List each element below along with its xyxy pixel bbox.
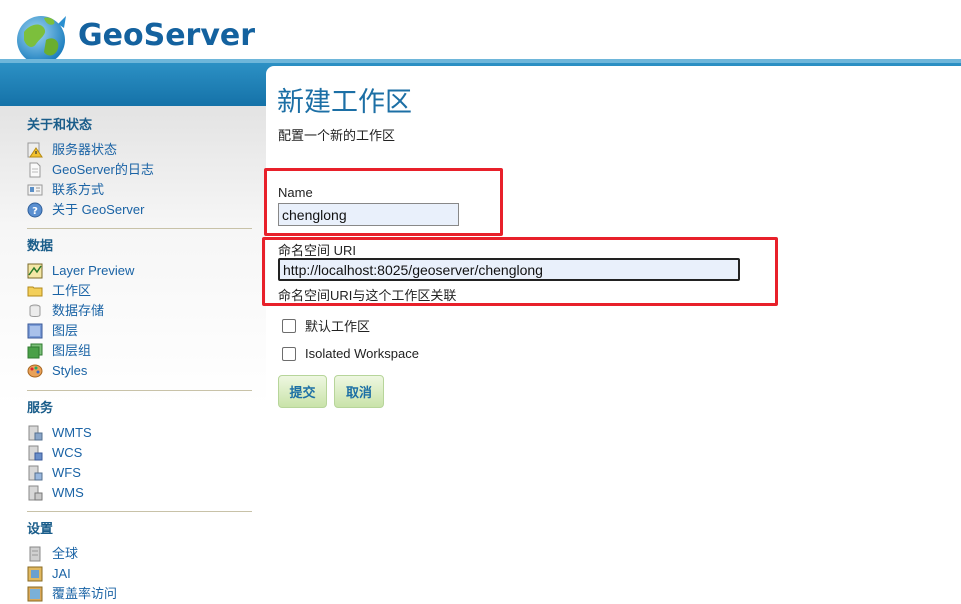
sidebar-item-stores[interactable]: 数据存储: [27, 301, 253, 321]
sidebar-item-label: 覆盖率访问: [52, 586, 118, 601]
sidebar-item-server-status[interactable]: 服务器状态: [27, 140, 253, 160]
isolated-workspace-label: Isolated Workspace: [305, 346, 419, 361]
top-banner-strip: [0, 59, 961, 63]
layer-group-icon: [27, 343, 43, 359]
sidebar-item-label: 图层组: [52, 343, 92, 358]
sidebar-divider: [27, 511, 252, 512]
map-preview-icon: [27, 263, 43, 279]
namespace-uri-input[interactable]: [278, 258, 740, 281]
name-input[interactable]: [278, 203, 459, 226]
sidebar-item-wmts[interactable]: WMTS: [27, 423, 253, 443]
sidebar-divider: [27, 390, 252, 391]
sidebar-section-settings: 设置 全球 JAI 覆盖率访问: [27, 520, 253, 604]
server-icon: [28, 445, 43, 461]
page-title: 新建工作区: [277, 87, 412, 117]
sidebar-item-label: 联系方式: [52, 182, 105, 197]
cancel-button[interactable]: 取消: [334, 375, 384, 408]
sidebar-item-label: 工作区: [52, 283, 92, 298]
submit-button[interactable]: 提交: [278, 375, 327, 408]
page-subtitle: 配置一个新的工作区: [278, 128, 396, 143]
sidebar-item-label: WMTS: [52, 425, 92, 440]
server-icon: [28, 425, 43, 441]
sidebar-section-title: 数据: [27, 238, 54, 253]
layer-icon: [27, 323, 43, 339]
server-icon: [28, 465, 43, 481]
default-workspace-label: 默认工作区: [305, 319, 371, 334]
sidebar-item-wcs[interactable]: WCS: [27, 443, 253, 463]
document-icon: [29, 162, 41, 178]
namespace-uri-help: 命名空间URI与这个工作区关联: [278, 288, 457, 303]
palette-icon: [27, 364, 43, 378]
server-settings-icon: [29, 546, 41, 562]
jai-icon: [27, 566, 43, 582]
logo[interactable]: GeoServer: [14, 10, 255, 64]
sidebar-item-label: 全球: [52, 546, 79, 561]
sidebar-section-title: 服务: [27, 400, 54, 415]
sidebar-section-title: 关于和状态: [27, 117, 93, 132]
sidebar-item-label: JAI: [52, 566, 71, 581]
sidebar-item-layer-preview[interactable]: Layer Preview: [27, 261, 253, 281]
sidebar-section-data: 数据 Layer Preview 工作区 数据存储 图层 图层组 Styles: [27, 237, 253, 381]
sidebar-item-layer-groups[interactable]: 图层组: [27, 341, 253, 361]
logo-text: GeoServer: [78, 18, 256, 53]
sidebar-item-workspaces[interactable]: 工作区: [27, 281, 253, 301]
sidebar-item-label: 图层: [52, 323, 79, 338]
sidebar-divider: [27, 228, 252, 229]
namespace-uri-label: 命名空间 URI: [278, 243, 357, 258]
main-content: [266, 66, 961, 595]
sidebar-item-label: WMS: [52, 485, 84, 500]
sidebar-item-wms[interactable]: WMS: [27, 483, 253, 503]
sidebar-item-label: WCS: [52, 445, 83, 460]
sidebar-item-global[interactable]: 全球: [27, 544, 253, 564]
folder-icon: [27, 286, 43, 297]
sidebar-item-coverage-access[interactable]: 覆盖率访问: [27, 584, 253, 604]
isolated-workspace-checkbox[interactable]: [282, 346, 296, 361]
sidebar-item-label: 服务器状态: [52, 142, 118, 157]
sidebar-item-jai[interactable]: JAI: [27, 564, 253, 584]
default-workspace-row[interactable]: 默认工作区: [282, 316, 370, 335]
sidebar-item-label: Styles: [52, 363, 88, 378]
database-icon: [29, 304, 41, 317]
sidebar-item-layers[interactable]: 图层: [27, 321, 253, 341]
help-icon: ?: [27, 202, 43, 218]
sidebar-item-contact[interactable]: 联系方式: [27, 180, 253, 200]
sidebar-item-label: 关于 GeoServer: [52, 202, 145, 217]
warning-icon: [27, 142, 43, 158]
header: GeoServer: [0, 0, 961, 64]
sidebar-section-services: 服务 WMTS WCS WFS WMS: [27, 399, 253, 503]
svg-text:?: ?: [32, 206, 38, 217]
sidebar-section-about: 关于和状态 服务器状态 GeoServer的日志 联系方式 ? 关于 GeoSe…: [27, 116, 253, 220]
coverage-icon: [27, 586, 43, 602]
contact-card-icon: [27, 184, 43, 196]
sidebar-section-title: 设置: [27, 521, 54, 536]
sidebar-item-logs[interactable]: GeoServer的日志: [27, 160, 253, 180]
sidebar-item-about-geoserver[interactable]: ? 关于 GeoServer: [27, 200, 253, 220]
sidebar-item-label: WFS: [52, 465, 81, 480]
name-label: Name: [278, 185, 313, 200]
default-workspace-checkbox[interactable]: [282, 318, 296, 333]
sidebar-item-wfs[interactable]: WFS: [27, 463, 253, 483]
sidebar-item-styles[interactable]: Styles: [27, 361, 253, 381]
isolated-workspace-row[interactable]: Isolated Workspace: [282, 346, 419, 361]
sidebar-item-label: 数据存储: [52, 303, 105, 318]
sidebar-item-label: Layer Preview: [52, 263, 135, 278]
sidebar-item-label: GeoServer的日志: [52, 162, 154, 177]
server-icon: [28, 485, 43, 501]
